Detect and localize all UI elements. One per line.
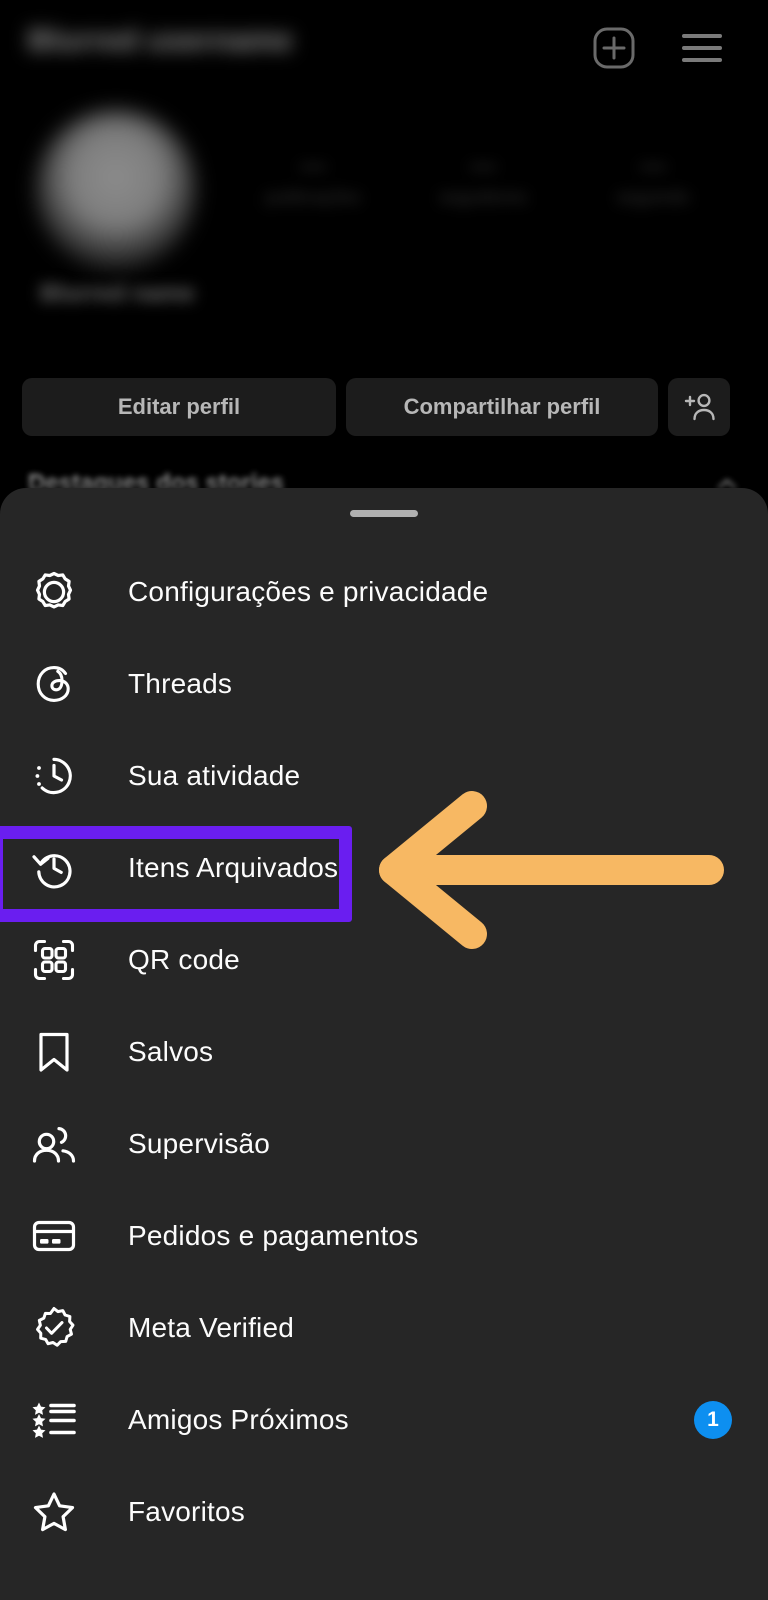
- menu-item-threads[interactable]: Threads: [0, 638, 768, 730]
- menu-item-label: Sua atividade: [128, 760, 301, 791]
- gear-icon: [26, 564, 82, 620]
- credit-card-icon: [26, 1208, 82, 1264]
- stat-followers-label: seguidores: [438, 187, 528, 207]
- hamburger-menu-icon[interactable]: [678, 26, 726, 70]
- menu-item-orders-payments[interactable]: Pedidos e pagamentos: [0, 1190, 768, 1282]
- menu-item-meta-verified[interactable]: Meta Verified: [0, 1282, 768, 1374]
- stat-following-label: seguindo: [616, 187, 690, 207]
- menu-item-settings-privacy[interactable]: Configurações e privacidade: [0, 546, 768, 638]
- menu-list: Configurações e privacidade Threads Sua …: [0, 546, 768, 1558]
- stat-posts-label: publicações: [265, 187, 361, 207]
- activity-clock-icon: [26, 748, 82, 804]
- profile-username: Blurred username: [28, 24, 293, 57]
- menu-item-supervision[interactable]: Supervisão: [0, 1098, 768, 1190]
- profile-display-name: Blurred name: [40, 280, 195, 307]
- menu-item-label: Supervisão: [128, 1128, 271, 1159]
- menu-item-qr-code[interactable]: QR code: [0, 914, 768, 1006]
- stat-followers-value: —: [470, 150, 496, 180]
- supervision-people-icon: [26, 1116, 82, 1172]
- menu-item-label: Salvos: [128, 1036, 214, 1067]
- menu-item-close-friends[interactable]: Amigos Próximos 1: [0, 1374, 768, 1466]
- close-friends-list-icon: [26, 1392, 82, 1448]
- verified-badge-icon: [26, 1300, 82, 1356]
- share-profile-button[interactable]: Compartilhar perfil: [346, 378, 658, 436]
- menu-item-archived[interactable]: Itens Arquivados: [0, 822, 768, 914]
- drag-handle[interactable]: [350, 510, 418, 517]
- bookmark-icon: [26, 1024, 82, 1080]
- stat-posts[interactable]: — publicações: [238, 150, 388, 208]
- stat-followers[interactable]: — seguidores: [408, 150, 558, 208]
- add-post-icon[interactable]: [590, 24, 638, 72]
- stat-following-value: —: [640, 150, 666, 180]
- menu-item-label: Amigos Próximos: [128, 1404, 349, 1435]
- bottom-sheet: Configurações e privacidade Threads Sua …: [0, 488, 768, 1600]
- status-badge: 1: [694, 1401, 732, 1439]
- star-icon: [26, 1484, 82, 1540]
- menu-item-label: Itens Arquivados: [128, 852, 339, 883]
- menu-item-label: Favoritos: [128, 1496, 245, 1527]
- stat-posts-value: —: [300, 150, 326, 180]
- menu-item-label: Pedidos e pagamentos: [128, 1220, 419, 1251]
- menu-item-label: Threads: [128, 668, 233, 699]
- menu-item-favorites[interactable]: Favoritos: [0, 1466, 768, 1558]
- menu-item-label: QR code: [128, 944, 240, 975]
- avatar[interactable]: [36, 110, 196, 270]
- qr-code-icon: [26, 932, 82, 988]
- stat-following[interactable]: — seguindo: [578, 150, 728, 208]
- menu-item-label: Configurações e privacidade: [128, 576, 489, 607]
- menu-item-your-activity[interactable]: Sua atividade: [0, 730, 768, 822]
- threads-icon: [26, 656, 82, 712]
- add-person-button[interactable]: [668, 378, 730, 436]
- menu-item-saved[interactable]: Salvos: [0, 1006, 768, 1098]
- menu-item-label: Meta Verified: [128, 1312, 295, 1343]
- profile-page-background: Blurred username — publicações — seguido…: [0, 0, 768, 500]
- edit-profile-button[interactable]: Editar perfil: [22, 378, 336, 436]
- archive-history-icon: [26, 840, 82, 896]
- phone-screen: Blurred username — publicações — seguido…: [0, 0, 768, 1600]
